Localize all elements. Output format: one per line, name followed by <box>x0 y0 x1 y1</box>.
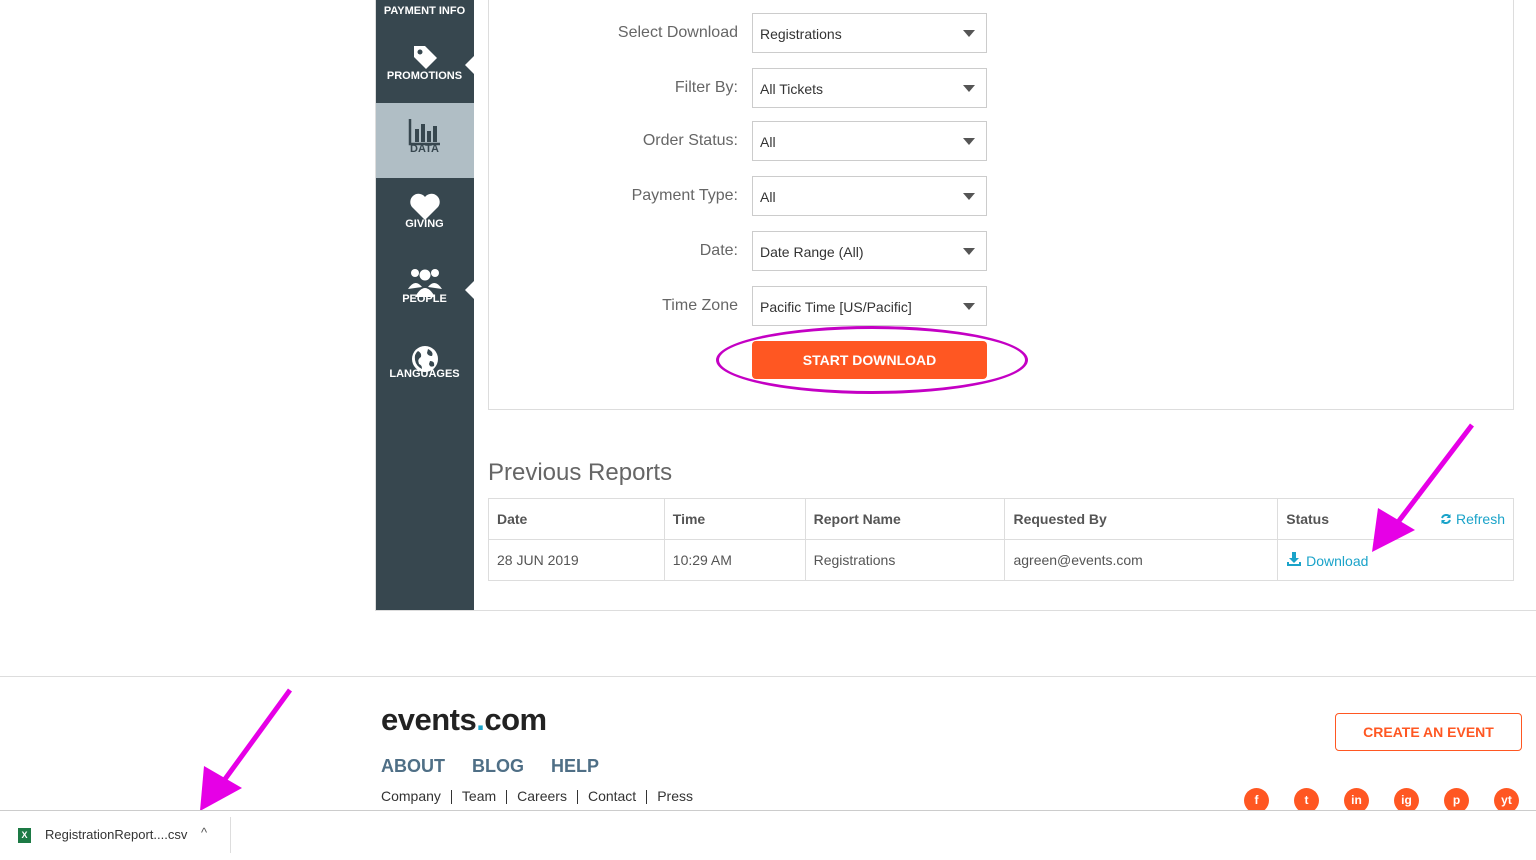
payment-type-label: Payment Type: <box>631 187 738 204</box>
column-header-date: Date <box>488 498 665 540</box>
time-zone-value: Pacific Time [US/Pacific] <box>760 299 912 315</box>
previous-reports-title: Previous Reports <box>488 459 673 486</box>
cell-time: 10:29 AM <box>663 539 806 581</box>
downloaded-file-item[interactable]: X RegistrationReport....csv <box>18 827 188 844</box>
cell-requested-by: agreen@events.com <box>1004 539 1279 581</box>
chevron-down-icon <box>963 248 975 255</box>
excel-file-icon: X <box>18 828 31 844</box>
chevron-down-icon <box>963 193 975 200</box>
footer-link-careers[interactable]: Careers <box>517 788 567 804</box>
status-header-label: Status <box>1286 511 1330 527</box>
filter-by-value: All Tickets <box>760 81 824 97</box>
time-zone-dropdown[interactable]: Pacific Time [US/Pacific] <box>752 286 987 326</box>
select-download-label: Select Download <box>617 24 738 41</box>
annotation-arrow <box>1372 423 1474 552</box>
column-header-requested-by: Requested By <box>1004 498 1279 540</box>
date-value: Date Range (All) <box>760 244 864 260</box>
column-header-report-name: Report Name <box>804 498 1006 540</box>
order-status-dropdown[interactable]: All <box>752 121 987 161</box>
events-logo[interactable]: events.com <box>381 702 547 738</box>
order-status-value: All <box>760 134 776 150</box>
cell-date: 28 JUN 2019 <box>488 539 665 581</box>
chevron-down-icon <box>963 30 975 37</box>
footer-nav-help[interactable]: HELP <box>551 756 599 776</box>
chevron-down-icon <box>963 303 975 310</box>
annotation-ellipse <box>716 326 1028 394</box>
chevron-down-icon <box>963 138 975 145</box>
browser-download-bar: X RegistrationReport....csv ^ <box>0 810 1536 860</box>
cell-report-name: Registrations <box>804 539 1006 581</box>
filter-by-dropdown[interactable]: All Tickets <box>752 68 987 108</box>
select-download-value: Registrations <box>760 26 842 42</box>
footer-links: Company Team Careers Contact Press <box>381 788 693 805</box>
create-event-button[interactable]: CREATE AN EVENT <box>1335 713 1522 751</box>
footer-link-company[interactable]: Company <box>381 788 441 804</box>
time-zone-label: Time Zone <box>662 297 738 314</box>
footer-link-team[interactable]: Team <box>462 788 496 804</box>
date-dropdown[interactable]: Date Range (All) <box>752 231 987 271</box>
order-status-label: Order Status: <box>642 132 738 149</box>
column-header-time: Time <box>663 498 806 540</box>
annotation-arrow <box>200 688 293 811</box>
payment-type-dropdown[interactable]: All <box>752 176 987 216</box>
chevron-up-icon[interactable]: ^ <box>201 825 207 840</box>
filter-by-label: Filter By: <box>674 79 738 96</box>
download-bar-divider <box>230 817 231 853</box>
footer-nav-about[interactable]: ABOUT <box>381 756 445 776</box>
download-link[interactable]: Download <box>1286 551 1368 569</box>
footer-nav-blog[interactable]: BLOG <box>472 756 524 776</box>
footer-link-press[interactable]: Press <box>657 788 693 804</box>
download-icon <box>1287 551 1302 566</box>
footer-link-contact[interactable]: Contact <box>588 788 636 804</box>
footer-nav: ABOUT BLOG HELP <box>381 756 621 777</box>
select-download-dropdown[interactable]: Registrations <box>752 13 987 53</box>
downloaded-file-name: RegistrationReport....csv <box>45 827 188 842</box>
date-label: Date: <box>699 242 738 259</box>
payment-type-value: All <box>760 189 776 205</box>
footer-divider <box>0 676 1536 677</box>
chevron-down-icon <box>963 85 975 92</box>
